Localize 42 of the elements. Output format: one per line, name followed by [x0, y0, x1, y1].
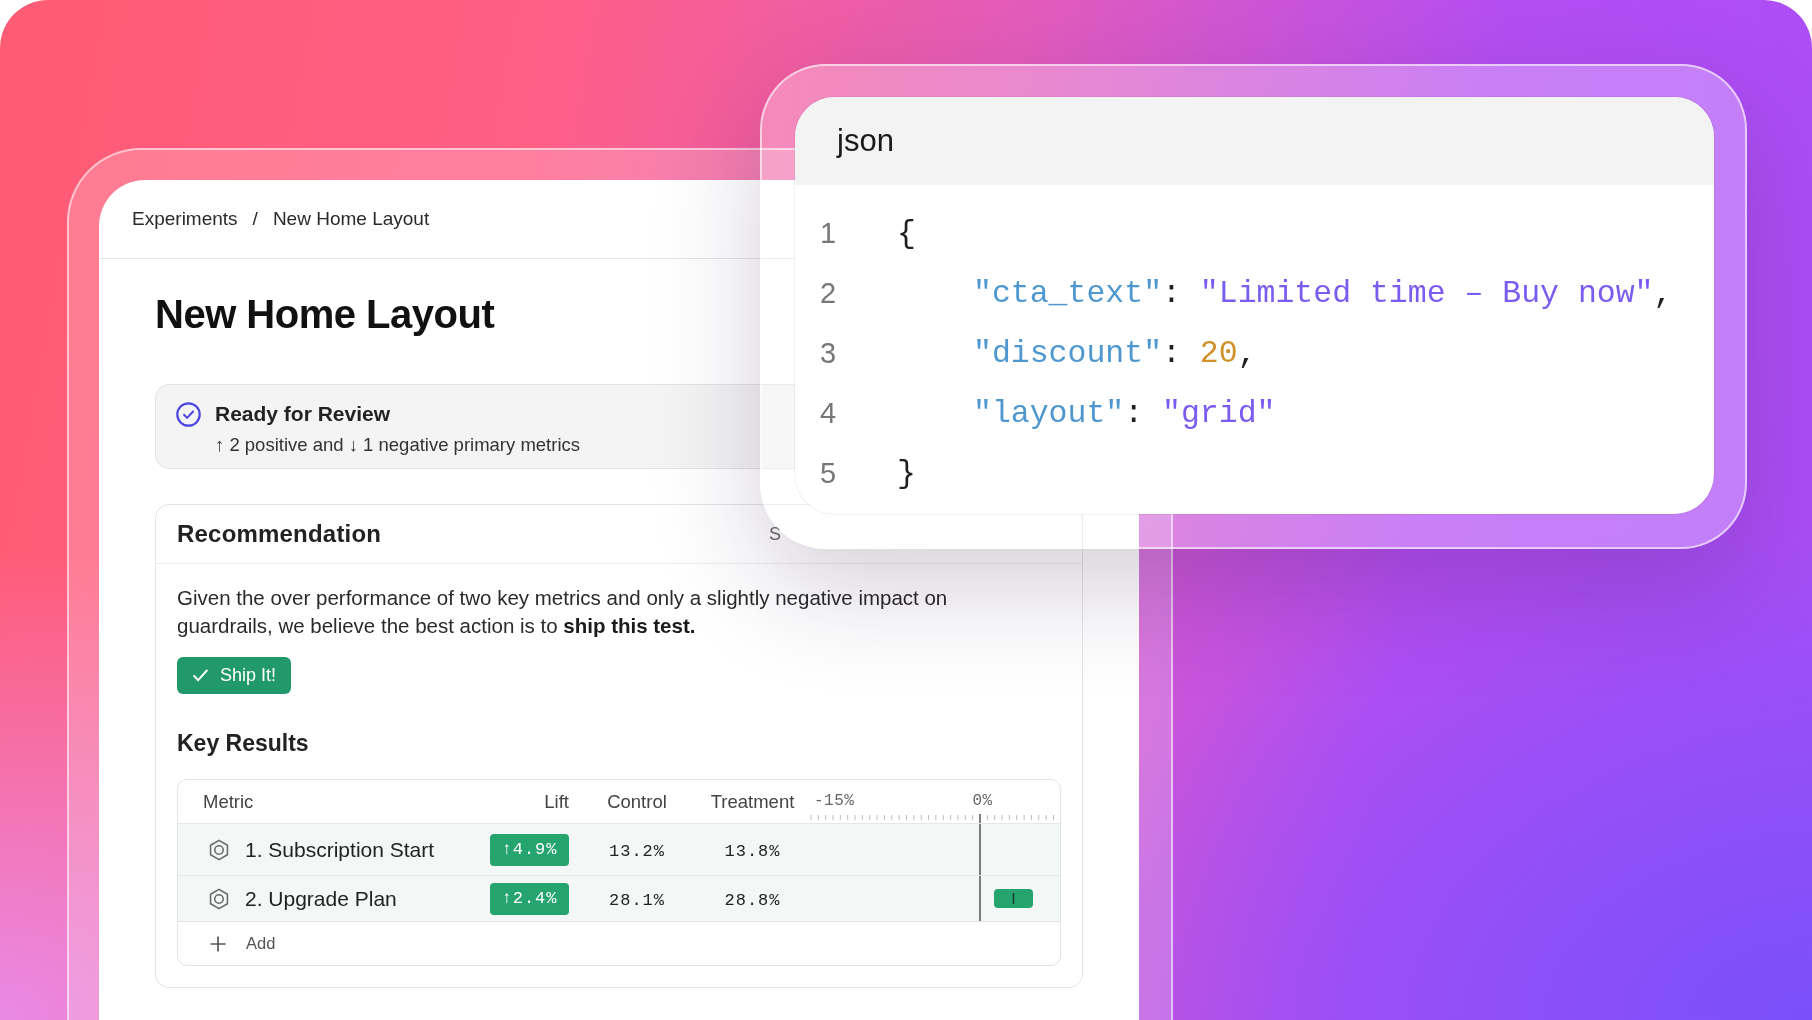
code-line: } [897, 455, 916, 491]
plus-icon [210, 935, 226, 952]
line-number: 1 [820, 216, 837, 250]
line-number: 3 [820, 336, 837, 370]
treatment-value: 28.8% [724, 890, 781, 910]
line-number: 4 [820, 396, 837, 430]
recommendation-text: Given the over performance of two key metrics and only a slightly negative impact on guardrails, we believe the best action is to ship this test. [177, 585, 949, 639]
treatment-value: 13.8% [724, 841, 781, 861]
column-header: Control [607, 790, 667, 813]
line-number: 2 [820, 276, 837, 310]
control-value: 28.1% [609, 890, 665, 910]
status-title: Ready for Review [215, 401, 391, 427]
lift-badge: ↑4.9% [490, 833, 569, 866]
code-line: { [897, 215, 916, 251]
status-summary: ↑ 2 positive and ↓ 1 negative primary metrics [215, 433, 580, 457]
breadcrumb-separator: / [252, 208, 258, 230]
axis-label: -15% [814, 792, 855, 810]
hexagon-icon [208, 838, 230, 861]
column-header: Treatment [710, 790, 795, 813]
header-link[interactable]: S [769, 523, 781, 545]
breadcrumb-current: New Home Layout [272, 208, 430, 230]
check-icon [193, 669, 208, 682]
ship-button[interactable]: Ship It! [177, 657, 292, 694]
column-header: Lift [544, 790, 569, 813]
control-value: 13.2% [609, 841, 665, 861]
axis-label: 0% [972, 792, 993, 810]
metric-name: 2. Upgrade Plan [245, 886, 397, 911]
section-title: Key Results [177, 729, 309, 758]
page-title: New Home Layout [155, 291, 495, 338]
hexagon-icon [208, 887, 230, 910]
card-title: Recommendation [177, 520, 382, 548]
lift-badge: ↑2.4% [490, 882, 569, 915]
add-metric-button[interactable]: Add [210, 934, 276, 953]
line-number: 5 [820, 456, 837, 490]
code-line: "layout": "grid" [973, 395, 1276, 431]
code-language-label: json [837, 123, 894, 159]
code-line: "cta_text": "Limited time – Buy now", [973, 275, 1673, 311]
breadcrumb-link[interactable]: Experiments [132, 208, 238, 230]
metric-name: 1. Subscription Start [245, 837, 435, 862]
column-header: Metric [203, 790, 254, 813]
code-line: "discount": 20, [973, 335, 1257, 371]
check-circle-icon [176, 402, 201, 427]
